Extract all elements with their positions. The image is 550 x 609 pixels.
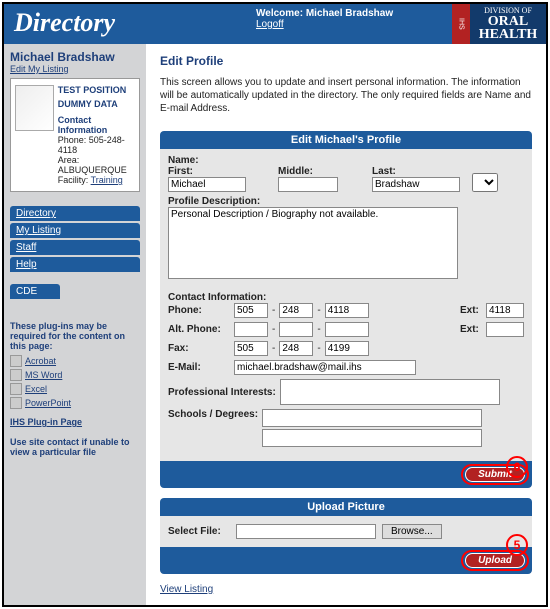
plugin-acrobat[interactable]: Acrobat — [10, 355, 140, 367]
edit-my-listing-link[interactable]: Edit My Listing — [10, 64, 69, 74]
plugin-msword[interactable]: MS Word — [10, 369, 140, 381]
acrobat-icon — [10, 355, 22, 367]
ihs-badge: IHS — [452, 4, 470, 44]
nav-my-listing[interactable]: My Listing — [10, 223, 140, 238]
plugins-heading: These plug-ins may be required for the c… — [10, 321, 140, 351]
alt-phone-area[interactable] — [234, 322, 268, 337]
brand-logo: Directory — [4, 4, 125, 42]
upload-panel-title: Upload Picture — [160, 498, 532, 516]
profile-description-textarea[interactable] — [168, 207, 458, 279]
fax-prefix[interactable] — [279, 341, 313, 356]
file-path-input[interactable] — [236, 524, 376, 539]
last-name-input[interactable] — [372, 177, 460, 192]
plugin-powerpoint[interactable]: PowerPoint — [10, 397, 140, 409]
facility-link[interactable]: Training — [91, 175, 123, 185]
callout-5: 5 — [506, 534, 528, 556]
contact-info-label: Contact Information: — [168, 292, 524, 303]
browse-button[interactable]: Browse... — [382, 524, 442, 539]
profile-photo-placeholder — [15, 85, 54, 131]
nav-directory[interactable]: Directory — [10, 206, 140, 221]
page-title: Edit Profile — [160, 54, 532, 68]
welcome-block: Welcome: Michael Bradshaw Logoff — [256, 8, 393, 30]
powerpoint-icon — [10, 397, 22, 409]
agency-logo: IHS DIVISION OF ORAL HEALTH — [452, 4, 546, 44]
plugin-page-link[interactable]: IHS Plug-in Page — [10, 417, 140, 427]
word-icon — [10, 369, 22, 381]
callout-6: 6 — [506, 456, 528, 478]
fax-area[interactable] — [234, 341, 268, 356]
school-2-input[interactable] — [262, 429, 482, 447]
phone-line[interactable] — [325, 303, 369, 318]
edit-profile-panel-title: Edit Michael's Profile — [160, 131, 532, 149]
upload-picture-panel: Upload Picture Select File: Browse... Up… — [160, 498, 532, 574]
phone-ext[interactable] — [486, 303, 524, 318]
edit-profile-panel: Edit Michael's Profile Name: First: Midd… — [160, 131, 532, 488]
first-name-input[interactable] — [168, 177, 246, 192]
profile-desc-label: Profile Description: — [168, 196, 524, 207]
nav-staff[interactable]: Staff — [10, 240, 140, 255]
alt-phone-prefix[interactable] — [279, 322, 313, 337]
prof-interests-textarea[interactable] — [280, 379, 500, 405]
phone-prefix[interactable] — [279, 303, 313, 318]
logoff-link[interactable]: Logoff — [256, 19, 284, 30]
fax-line[interactable] — [325, 341, 369, 356]
profile-name: Michael Bradshaw — [10, 50, 140, 64]
nav-help[interactable]: Help — [10, 257, 140, 272]
profile-card: TEST POSITION DUMMY DATA Contact Informa… — [10, 78, 140, 192]
alt-phone-ext[interactable] — [486, 322, 524, 337]
school-1-input[interactable] — [262, 409, 482, 427]
plugin-hint: Use site contact if unable to view a par… — [10, 437, 140, 457]
nav-cde[interactable]: CDE — [10, 284, 60, 299]
plugin-excel[interactable]: Excel — [10, 383, 140, 395]
sidebar-nav: Directory My Listing Staff Help — [10, 206, 140, 272]
page-description: This screen allows you to update and ins… — [160, 76, 532, 115]
email-input[interactable] — [234, 360, 416, 375]
name-label: Name: — [168, 155, 524, 166]
middle-name-input[interactable] — [278, 177, 338, 192]
excel-icon — [10, 383, 22, 395]
alt-phone-line[interactable] — [325, 322, 369, 337]
phone-area[interactable] — [234, 303, 268, 318]
view-listing-link[interactable]: View Listing — [160, 584, 213, 595]
suffix-select[interactable] — [472, 173, 498, 192]
